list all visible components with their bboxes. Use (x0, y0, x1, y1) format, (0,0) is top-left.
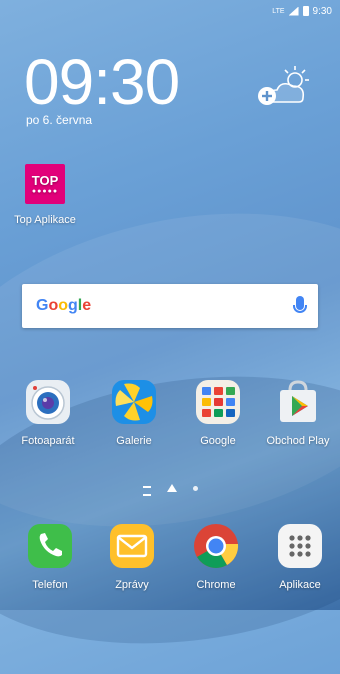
app-telefon[interactable]: Telefon (14, 522, 86, 591)
weather-add-icon[interactable] (255, 62, 315, 110)
app-label: Fotoaparát (21, 435, 75, 447)
status-bar: LTE 9:30 (272, 0, 340, 22)
app-galerie[interactable]: Galerie (94, 378, 174, 447)
top-dots: ●●●●● (31, 188, 59, 195)
app-top-aplikace[interactable]: TOP ●●●●● Top Aplikace (10, 164, 80, 226)
app-label: Aplikace (279, 579, 321, 591)
app-google-folder[interactable]: Google (178, 378, 258, 447)
top-logo-text: TOP (31, 173, 59, 188)
chrome-icon (194, 524, 239, 568)
app-label: Zprávy (115, 579, 149, 591)
app-label: Chrome (196, 579, 236, 591)
google-search-bar[interactable]: Google (22, 284, 318, 328)
play-store-icon (280, 380, 316, 422)
page-dot-icon[interactable] (192, 486, 198, 491)
clock-time[interactable]: 09:30 (24, 50, 180, 114)
app-aplikace[interactable]: Aplikace (262, 522, 338, 591)
app-fotoaparat[interactable]: Fotoaparát (8, 378, 88, 447)
signal-icon (288, 6, 299, 16)
gallery-icon (112, 380, 156, 424)
messages-icon (110, 524, 154, 568)
app-zpravy[interactable]: Zprávy (96, 522, 168, 591)
google-folder-icon (196, 380, 240, 424)
app-label: Galerie (116, 435, 152, 447)
app-label: Obchod Play (266, 435, 330, 447)
google-logo: Google (36, 297, 92, 314)
phone-icon (28, 524, 72, 568)
app-label: Top Aplikace (14, 214, 76, 226)
app-chrome[interactable]: Chrome (180, 522, 252, 591)
camera-icon (26, 380, 70, 424)
top-app-icon: TOP ●●●●● (25, 164, 65, 204)
app-obchod-play[interactable]: Obchod Play (258, 378, 338, 447)
home-page-icon[interactable] (166, 484, 177, 492)
microphone-icon[interactable] (293, 296, 307, 313)
app-label: Google (200, 435, 236, 447)
status-time: 9:30 (312, 5, 332, 17)
page-indicator[interactable] (0, 484, 340, 496)
clock-date[interactable]: po 6. června (26, 113, 92, 127)
network-type: LTE (272, 7, 285, 15)
menu-lines-icon[interactable] (142, 486, 151, 496)
battery-icon (302, 6, 309, 16)
apps-grid-icon (278, 524, 322, 568)
app-label: Telefon (32, 579, 68, 591)
